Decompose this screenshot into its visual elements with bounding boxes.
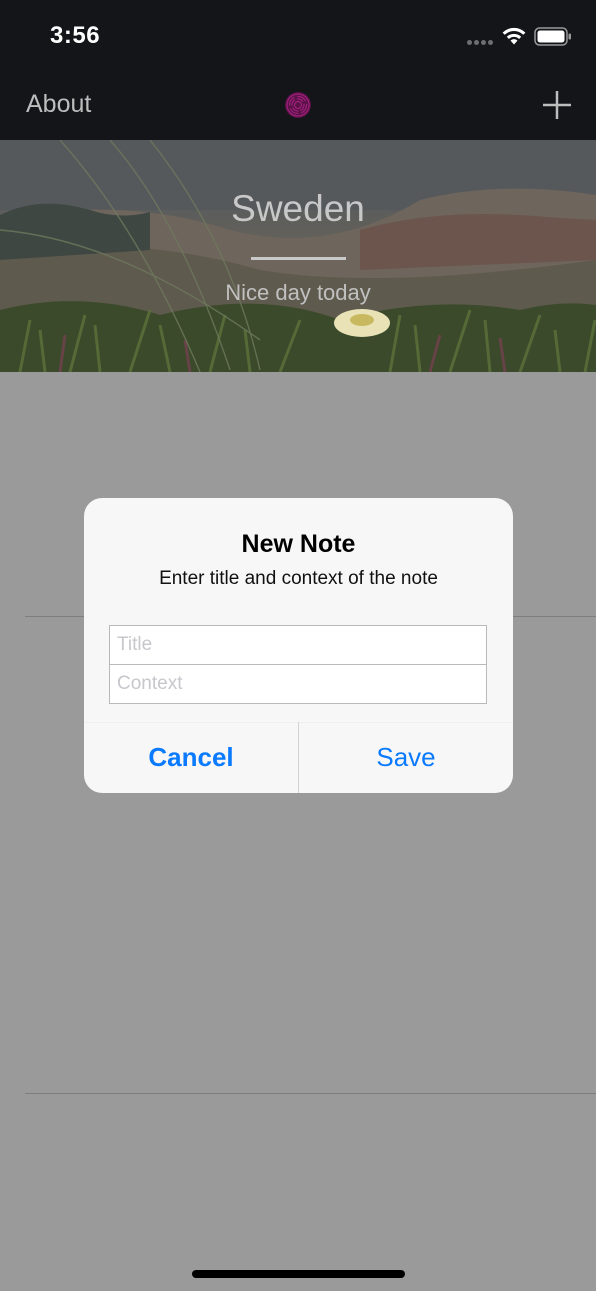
title-field-container [109,625,487,665]
hero-divider [251,257,346,260]
wifi-icon [502,27,526,45]
battery-icon [534,27,571,46]
home-indicator[interactable] [192,1270,405,1278]
cancel-button[interactable]: Cancel [84,722,298,793]
save-button[interactable]: Save [299,722,513,793]
context-field-container [109,664,487,704]
context-input[interactable] [110,665,486,703]
cellular-signal-icon [467,40,495,45]
alert-message: Enter title and context of the note [159,568,438,589]
plus-icon[interactable] [542,90,572,120]
title-input[interactable] [110,626,486,664]
hero-subtitle: Nice day today [225,280,371,305]
hero-title: Sweden [231,188,365,229]
hero-header: Sweden Nice day today [0,140,596,372]
fingerprint-logo-icon [285,92,311,118]
status-time: 3:56 [50,22,101,49]
hero-photo [0,140,596,372]
list-separator [25,1093,596,1094]
new-note-alert: New Note Enter title and context of the … [84,498,513,793]
about-button[interactable]: About [26,90,91,119]
top-bar: 3:56 About [0,0,596,140]
alert-title: New Note [241,530,356,558]
